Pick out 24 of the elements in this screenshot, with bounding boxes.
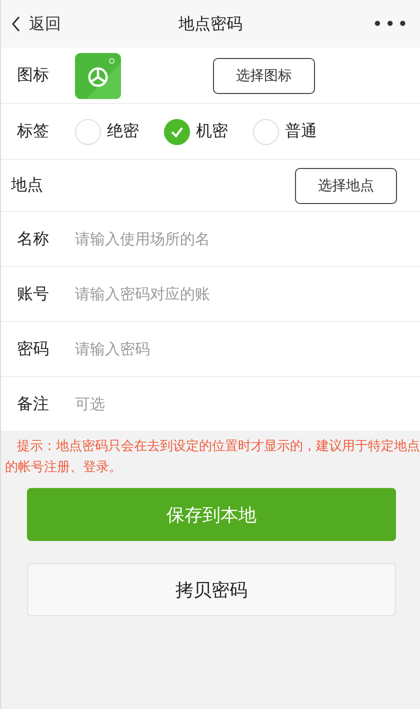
- input-field[interactable]: 可选: [75, 395, 245, 413]
- copy-button[interactable]: 拷贝密码: [27, 563, 396, 616]
- radio-label: 普通: [285, 121, 317, 142]
- more-button[interactable]: •••: [372, 14, 410, 34]
- row-label: 地点: [11, 175, 44, 196]
- input-field[interactable]: 请输入密码: [75, 340, 245, 358]
- choose-icon-button[interactable]: 选择图标: [213, 58, 315, 94]
- radio-button[interactable]: [164, 118, 190, 144]
- back-button[interactable]: 返回: [11, 14, 61, 34]
- app-icon: [75, 52, 121, 98]
- field-label: 账号: [17, 284, 50, 304]
- input-field[interactable]: 请输入使用场所的名: [75, 230, 245, 248]
- row-label: 标签: [17, 121, 50, 142]
- page-title: 地点密码: [178, 14, 242, 34]
- field-label: 名称: [17, 228, 50, 250]
- choose-location-button[interactable]: 选择地点: [295, 168, 397, 204]
- row-label: 图标: [17, 65, 50, 86]
- chevron-left-icon: [11, 16, 21, 32]
- field-label: 备注: [17, 394, 50, 414]
- radio-label: 绝密: [107, 121, 139, 142]
- tip-text: 提示：地点密码只会在去到设定的位置时才显示的，建议用于特定地点的帐号注册、登录。: [4, 438, 420, 477]
- radio-label: 机密: [196, 121, 228, 142]
- field-label: 密码: [17, 338, 50, 360]
- input-field[interactable]: 请输入密码对应的账: [75, 285, 245, 303]
